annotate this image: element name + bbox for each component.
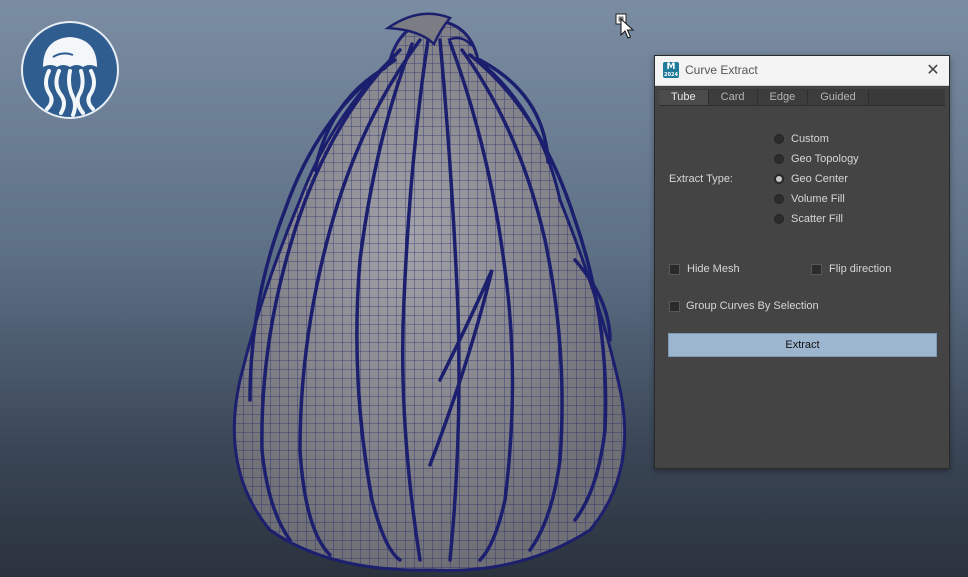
- radio-scatter-fill-label: Scatter Fill: [791, 213, 843, 225]
- close-icon[interactable]: ✕: [923, 60, 943, 80]
- mouse-cursor-icon: [615, 13, 637, 43]
- group-curves-label: Group Curves By Selection: [686, 300, 819, 312]
- tab-bar: Tube Card Edge Guided: [659, 89, 945, 106]
- radio-custom-label: Custom: [791, 133, 829, 145]
- flip-direction-checkbox[interactable]: [811, 264, 822, 275]
- radio-custom[interactable]: [774, 134, 784, 144]
- radio-volume-fill[interactable]: [774, 194, 784, 204]
- curve-extract-window: M 2024 Curve Extract ✕ Tube Card Edge Gui…: [654, 55, 950, 469]
- radio-volume-fill-label: Volume Fill: [791, 193, 845, 205]
- tab-card[interactable]: Card: [708, 90, 758, 105]
- maya-app-icon: M 2024: [663, 62, 679, 78]
- hide-mesh-checkbox[interactable]: [669, 264, 680, 275]
- tab-guided[interactable]: Guided: [808, 90, 869, 105]
- flip-direction-label: Flip direction: [829, 263, 892, 275]
- tab-tube[interactable]: Tube: [659, 90, 709, 105]
- window-titlebar[interactable]: M 2024 Curve Extract ✕: [655, 56, 949, 86]
- radio-geo-topology-label: Geo Topology: [791, 153, 859, 165]
- window-title: Curve Extract: [685, 63, 758, 77]
- radio-geo-center[interactable]: [774, 174, 784, 184]
- extract-button[interactable]: Extract: [668, 333, 937, 357]
- radio-geo-topology[interactable]: [774, 154, 784, 164]
- group-curves-checkbox[interactable]: [669, 301, 680, 312]
- hide-mesh-label: Hide Mesh: [687, 263, 740, 275]
- radio-geo-center-label: Geo Center: [791, 173, 848, 185]
- extract-type-label: Extract Type:: [669, 173, 733, 185]
- radio-scatter-fill[interactable]: [774, 214, 784, 224]
- tab-edge[interactable]: Edge: [757, 90, 809, 105]
